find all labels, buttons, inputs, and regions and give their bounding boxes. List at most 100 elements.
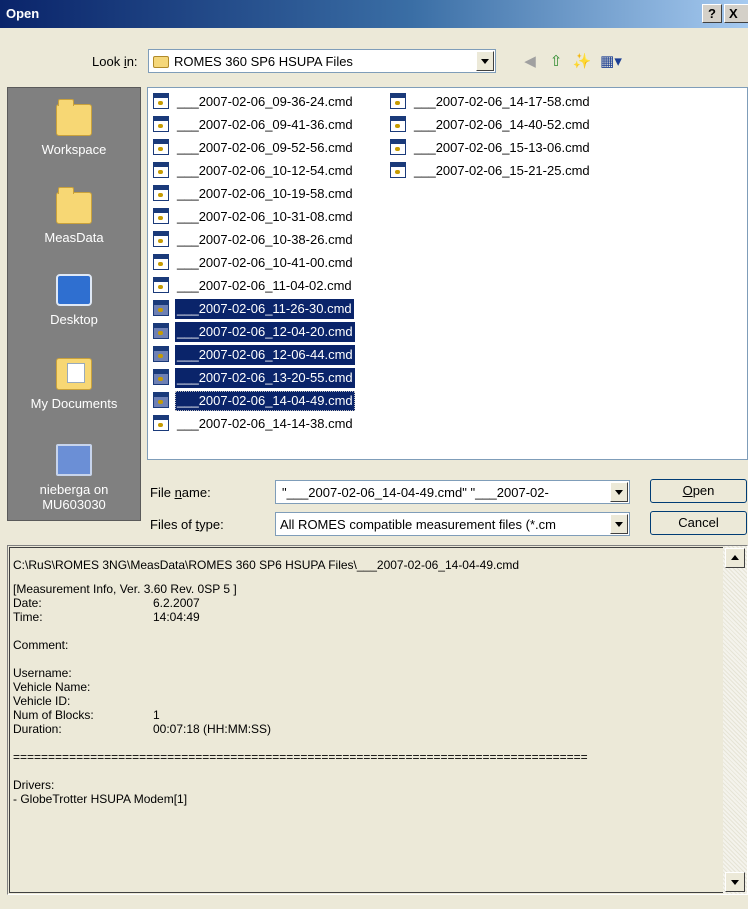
file-name: ___2007-02-06_11-04-02.cmd: [177, 278, 352, 293]
file-info-panel: C:\RuS\ROMES 3NG\MeasData\ROMES 360 SP6 …: [7, 545, 748, 895]
file-item[interactable]: ___2007-02-06_09-36-24.cmd: [149, 91, 379, 114]
file-name: ___2007-02-06_15-13-06.cmd: [414, 140, 590, 155]
desktop-icon: [56, 274, 92, 306]
info-vehicle-id: Vehicle ID:: [13, 694, 71, 708]
info-scrollbar[interactable]: [723, 546, 747, 894]
filetype-label: Files of type:: [150, 517, 224, 532]
file-name: ___2007-02-06_10-19-58.cmd: [177, 186, 353, 201]
file-item[interactable]: ___2007-02-06_12-06-44.cmd: [149, 344, 379, 367]
filetype-value: All ROMES compatible measurement files (…: [280, 517, 556, 532]
info-time-row: Time: 14:04:49: [13, 610, 200, 624]
views-menu-icon[interactable]: ▦▾: [596, 52, 626, 72]
info-date-row: Date: 6.2.2007: [13, 596, 200, 610]
open-button[interactable]: Open: [650, 479, 747, 503]
folder-icon: [56, 99, 92, 136]
cmd-file-icon: [153, 231, 169, 247]
cmd-file-icon: [153, 254, 169, 270]
file-name: ___2007-02-06_12-04-20.cmd: [175, 322, 355, 342]
filetype-dropdown-arrow[interactable]: [610, 514, 628, 534]
folder-icon: [56, 187, 92, 224]
file-item[interactable]: ___2007-02-06_11-26-30.cmd: [149, 298, 379, 321]
info-separator: ========================================…: [13, 750, 588, 764]
place-measdata[interactable]: MeasData: [8, 187, 140, 245]
place-workspace[interactable]: Workspace: [8, 99, 140, 157]
file-item[interactable]: ___2007-02-06_10-19-58.cmd: [149, 183, 379, 206]
cmd-file-icon: [153, 346, 169, 362]
info-blocks-row: Num of Blocks: 1: [13, 708, 160, 722]
info-comment: Comment:: [13, 638, 69, 652]
title-bar[interactable]: Open ? X: [0, 0, 748, 28]
cancel-button[interactable]: Cancel: [650, 511, 747, 535]
file-item[interactable]: ___2007-02-06_09-52-56.cmd: [149, 137, 379, 160]
file-item[interactable]: ___2007-02-06_10-38-26.cmd: [149, 229, 379, 252]
file-item[interactable]: ___2007-02-06_11-04-02.cmd: [149, 275, 379, 298]
file-name: ___2007-02-06_10-12-54.cmd: [177, 163, 353, 178]
folder-icon: [153, 56, 169, 68]
cmd-file-icon: [153, 162, 169, 178]
file-name: ___2007-02-06_10-38-26.cmd: [177, 232, 353, 247]
new-folder-icon[interactable]: ✨: [572, 52, 592, 72]
file-info-text: C:\RuS\ROMES 3NG\MeasData\ROMES 360 SP6 …: [9, 547, 723, 893]
cmd-file-icon: [153, 93, 169, 109]
filetype-combo[interactable]: All ROMES compatible measurement files (…: [275, 512, 630, 536]
file-name: ___2007-02-06_14-17-58.cmd: [414, 94, 590, 109]
info-drivers-label: Drivers:: [13, 778, 55, 792]
lookin-label: Look in:: [92, 54, 138, 69]
file-list[interactable]: ___2007-02-06_09-36-24.cmd ___2007-02-06_…: [147, 87, 748, 460]
cmd-file-icon: [390, 162, 406, 178]
place-my-documents[interactable]: My Documents: [8, 358, 140, 411]
file-name: ___2007-02-06_09-52-56.cmd: [177, 140, 353, 155]
file-item[interactable]: ___2007-02-06_14-14-38.cmd: [149, 413, 379, 436]
cmd-file-icon: [390, 139, 406, 155]
cmd-file-icon: [390, 116, 406, 132]
filename-combo[interactable]: "___2007-02-06_14-04-49.cmd" "___2007-02…: [275, 480, 630, 504]
filename-value: "___2007-02-06_14-04-49.cmd" "___2007-02…: [282, 485, 549, 500]
file-name: ___2007-02-06_09-36-24.cmd: [177, 94, 353, 109]
cmd-file-icon: [153, 116, 169, 132]
file-name: ___2007-02-06_14-14-38.cmd: [177, 416, 353, 431]
open-dialog: Open ? X Look in: ROMES 360 SP6 HSUPA Fi…: [0, 0, 748, 909]
file-item[interactable]: ___2007-02-06_10-12-54.cmd: [149, 160, 379, 183]
file-name: ___2007-02-06_14-04-49.cmd: [175, 391, 355, 411]
cmd-file-icon: [390, 93, 406, 109]
place-desktop[interactable]: Desktop: [8, 274, 140, 327]
file-name: ___2007-02-06_10-41-00.cmd: [177, 255, 353, 270]
info-vehicle-name: Vehicle Name:: [13, 680, 91, 694]
help-button[interactable]: ?: [702, 4, 722, 23]
cmd-file-icon: [153, 139, 169, 155]
info-path: C:\RuS\ROMES 3NG\MeasData\ROMES 360 SP6 …: [13, 558, 520, 572]
file-item[interactable]: ___2007-02-06_15-13-06.cmd: [386, 137, 616, 160]
scroll-down-icon[interactable]: [725, 872, 745, 892]
info-username: Username:: [13, 666, 72, 680]
file-column-2: ___2007-02-06_14-17-58.cmd ___2007-02-06_…: [386, 91, 616, 183]
file-item[interactable]: ___2007-02-06_14-40-52.cmd: [386, 114, 616, 137]
file-name: ___2007-02-06_11-26-30.cmd: [175, 299, 354, 319]
file-item[interactable]: ___2007-02-06_14-04-49.cmd: [149, 390, 379, 413]
file-item[interactable]: ___2007-02-06_13-20-55.cmd: [149, 367, 379, 390]
file-item[interactable]: ___2007-02-06_09-41-36.cmd: [149, 114, 379, 137]
cmd-file-icon: [153, 300, 169, 316]
file-item[interactable]: ___2007-02-06_10-41-00.cmd: [149, 252, 379, 275]
file-name: ___2007-02-06_12-06-44.cmd: [175, 345, 355, 365]
filename-label: File name:: [150, 485, 211, 500]
lookin-dropdown-arrow[interactable]: [476, 51, 494, 71]
place-network-computer[interactable]: nieberga on MU603030: [8, 444, 140, 512]
info-duration-row: Duration: 00:07:18 (HH:MM:SS): [13, 722, 272, 736]
close-button[interactable]: X: [724, 4, 748, 23]
file-item[interactable]: ___2007-02-06_10-31-08.cmd: [149, 206, 379, 229]
back-arrow-icon[interactable]: ◀: [520, 52, 540, 72]
file-column-1: ___2007-02-06_09-36-24.cmd ___2007-02-06_…: [149, 91, 379, 436]
file-item[interactable]: ___2007-02-06_15-21-25.cmd: [386, 160, 616, 183]
cmd-file-icon: [153, 392, 169, 408]
scroll-up-icon[interactable]: [725, 548, 745, 568]
cmd-file-icon: [153, 208, 169, 224]
info-header: [Measurement Info, Ver. 3.60 Rev. 0SP 5 …: [13, 582, 237, 596]
filename-dropdown-arrow[interactable]: [610, 482, 628, 502]
cmd-file-icon: [153, 415, 169, 431]
window-title: Open: [6, 6, 40, 21]
lookin-combo[interactable]: ROMES 360 SP6 HSUPA Files: [148, 49, 496, 73]
file-item[interactable]: ___2007-02-06_12-04-20.cmd: [149, 321, 379, 344]
file-item[interactable]: ___2007-02-06_14-17-58.cmd: [386, 91, 616, 114]
up-folder-icon[interactable]: ⇧: [546, 52, 566, 72]
info-driver-1: - GlobeTrotter HSUPA Modem[1]: [13, 792, 188, 806]
